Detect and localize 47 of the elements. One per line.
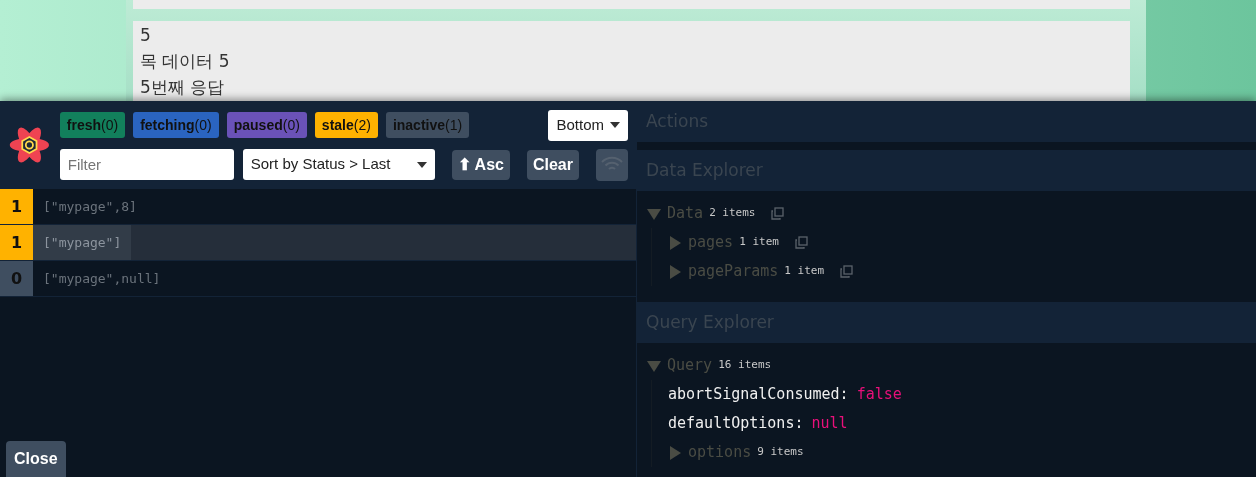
status-badge[interactable]: stale(2)	[314, 112, 378, 138]
tree-label[interactable]: pageParams	[688, 260, 779, 283]
tree-label[interactable]: options	[688, 441, 752, 464]
copy-icon[interactable]	[771, 207, 785, 220]
sort-order-button[interactable]: ⬆ Asc	[451, 149, 510, 180]
collapsed-triangle-icon[interactable]	[668, 264, 682, 279]
item-count: 1 item	[784, 263, 825, 280]
status-badge[interactable]: paused(0)	[226, 112, 307, 138]
collapsed-triangle-icon[interactable]	[668, 235, 682, 250]
collapsed-triangle-icon[interactable]	[668, 445, 682, 460]
observer-count: 1	[0, 225, 33, 260]
caret-icon	[416, 161, 427, 168]
property-value: null	[811, 413, 848, 435]
copy-icon[interactable]	[794, 236, 808, 249]
status-badge[interactable]: fetching(0)	[133, 112, 219, 138]
item-count: 16 items	[718, 357, 772, 374]
expanded-triangle-icon[interactable]	[647, 358, 661, 373]
filter-field[interactable]: Filter	[59, 149, 234, 180]
item-count: 9 items	[757, 444, 804, 461]
wifi-icon[interactable]	[596, 148, 628, 181]
clear-button[interactable]: Clear	[526, 149, 579, 180]
expanded-triangle-icon[interactable]	[647, 206, 661, 221]
tree-label[interactable]: pages	[688, 231, 734, 254]
status-badge[interactable]: fresh(0)	[59, 112, 126, 138]
tree-label[interactable]: Query	[667, 354, 713, 377]
property-key: defaultOptions:	[668, 412, 804, 435]
property-value: false	[856, 384, 902, 406]
card-text: 5번째 응답	[140, 76, 226, 99]
item-count: 2 items	[709, 205, 756, 222]
item-count: 1 item	[739, 234, 779, 251]
observer-count: 1	[0, 189, 33, 224]
copy-icon[interactable]	[840, 265, 854, 278]
card-text: 목 데이터 5	[140, 50, 231, 73]
status-badge[interactable]: inactive(1)	[385, 112, 470, 138]
query-key: ["mypage"]	[33, 225, 132, 260]
property-key: abortSignalConsumed:	[668, 383, 849, 406]
card-text: 5	[140, 24, 152, 47]
query-key: ["mypage",8]	[33, 189, 147, 224]
query-row[interactable]: 1 ["mypage"]	[0, 225, 636, 261]
tree-label[interactable]: Data	[667, 202, 704, 225]
sort-select[interactable]: Sort by Status > Last	[242, 149, 435, 180]
observer-count: 0	[0, 261, 33, 296]
query-row[interactable]: 0 ["mypage",null]	[0, 261, 636, 297]
position-select[interactable]: Bottom	[548, 109, 628, 141]
close-button[interactable]: Close	[6, 441, 66, 477]
caret-icon	[610, 122, 620, 128]
query-key: ["mypage",null]	[33, 261, 171, 296]
